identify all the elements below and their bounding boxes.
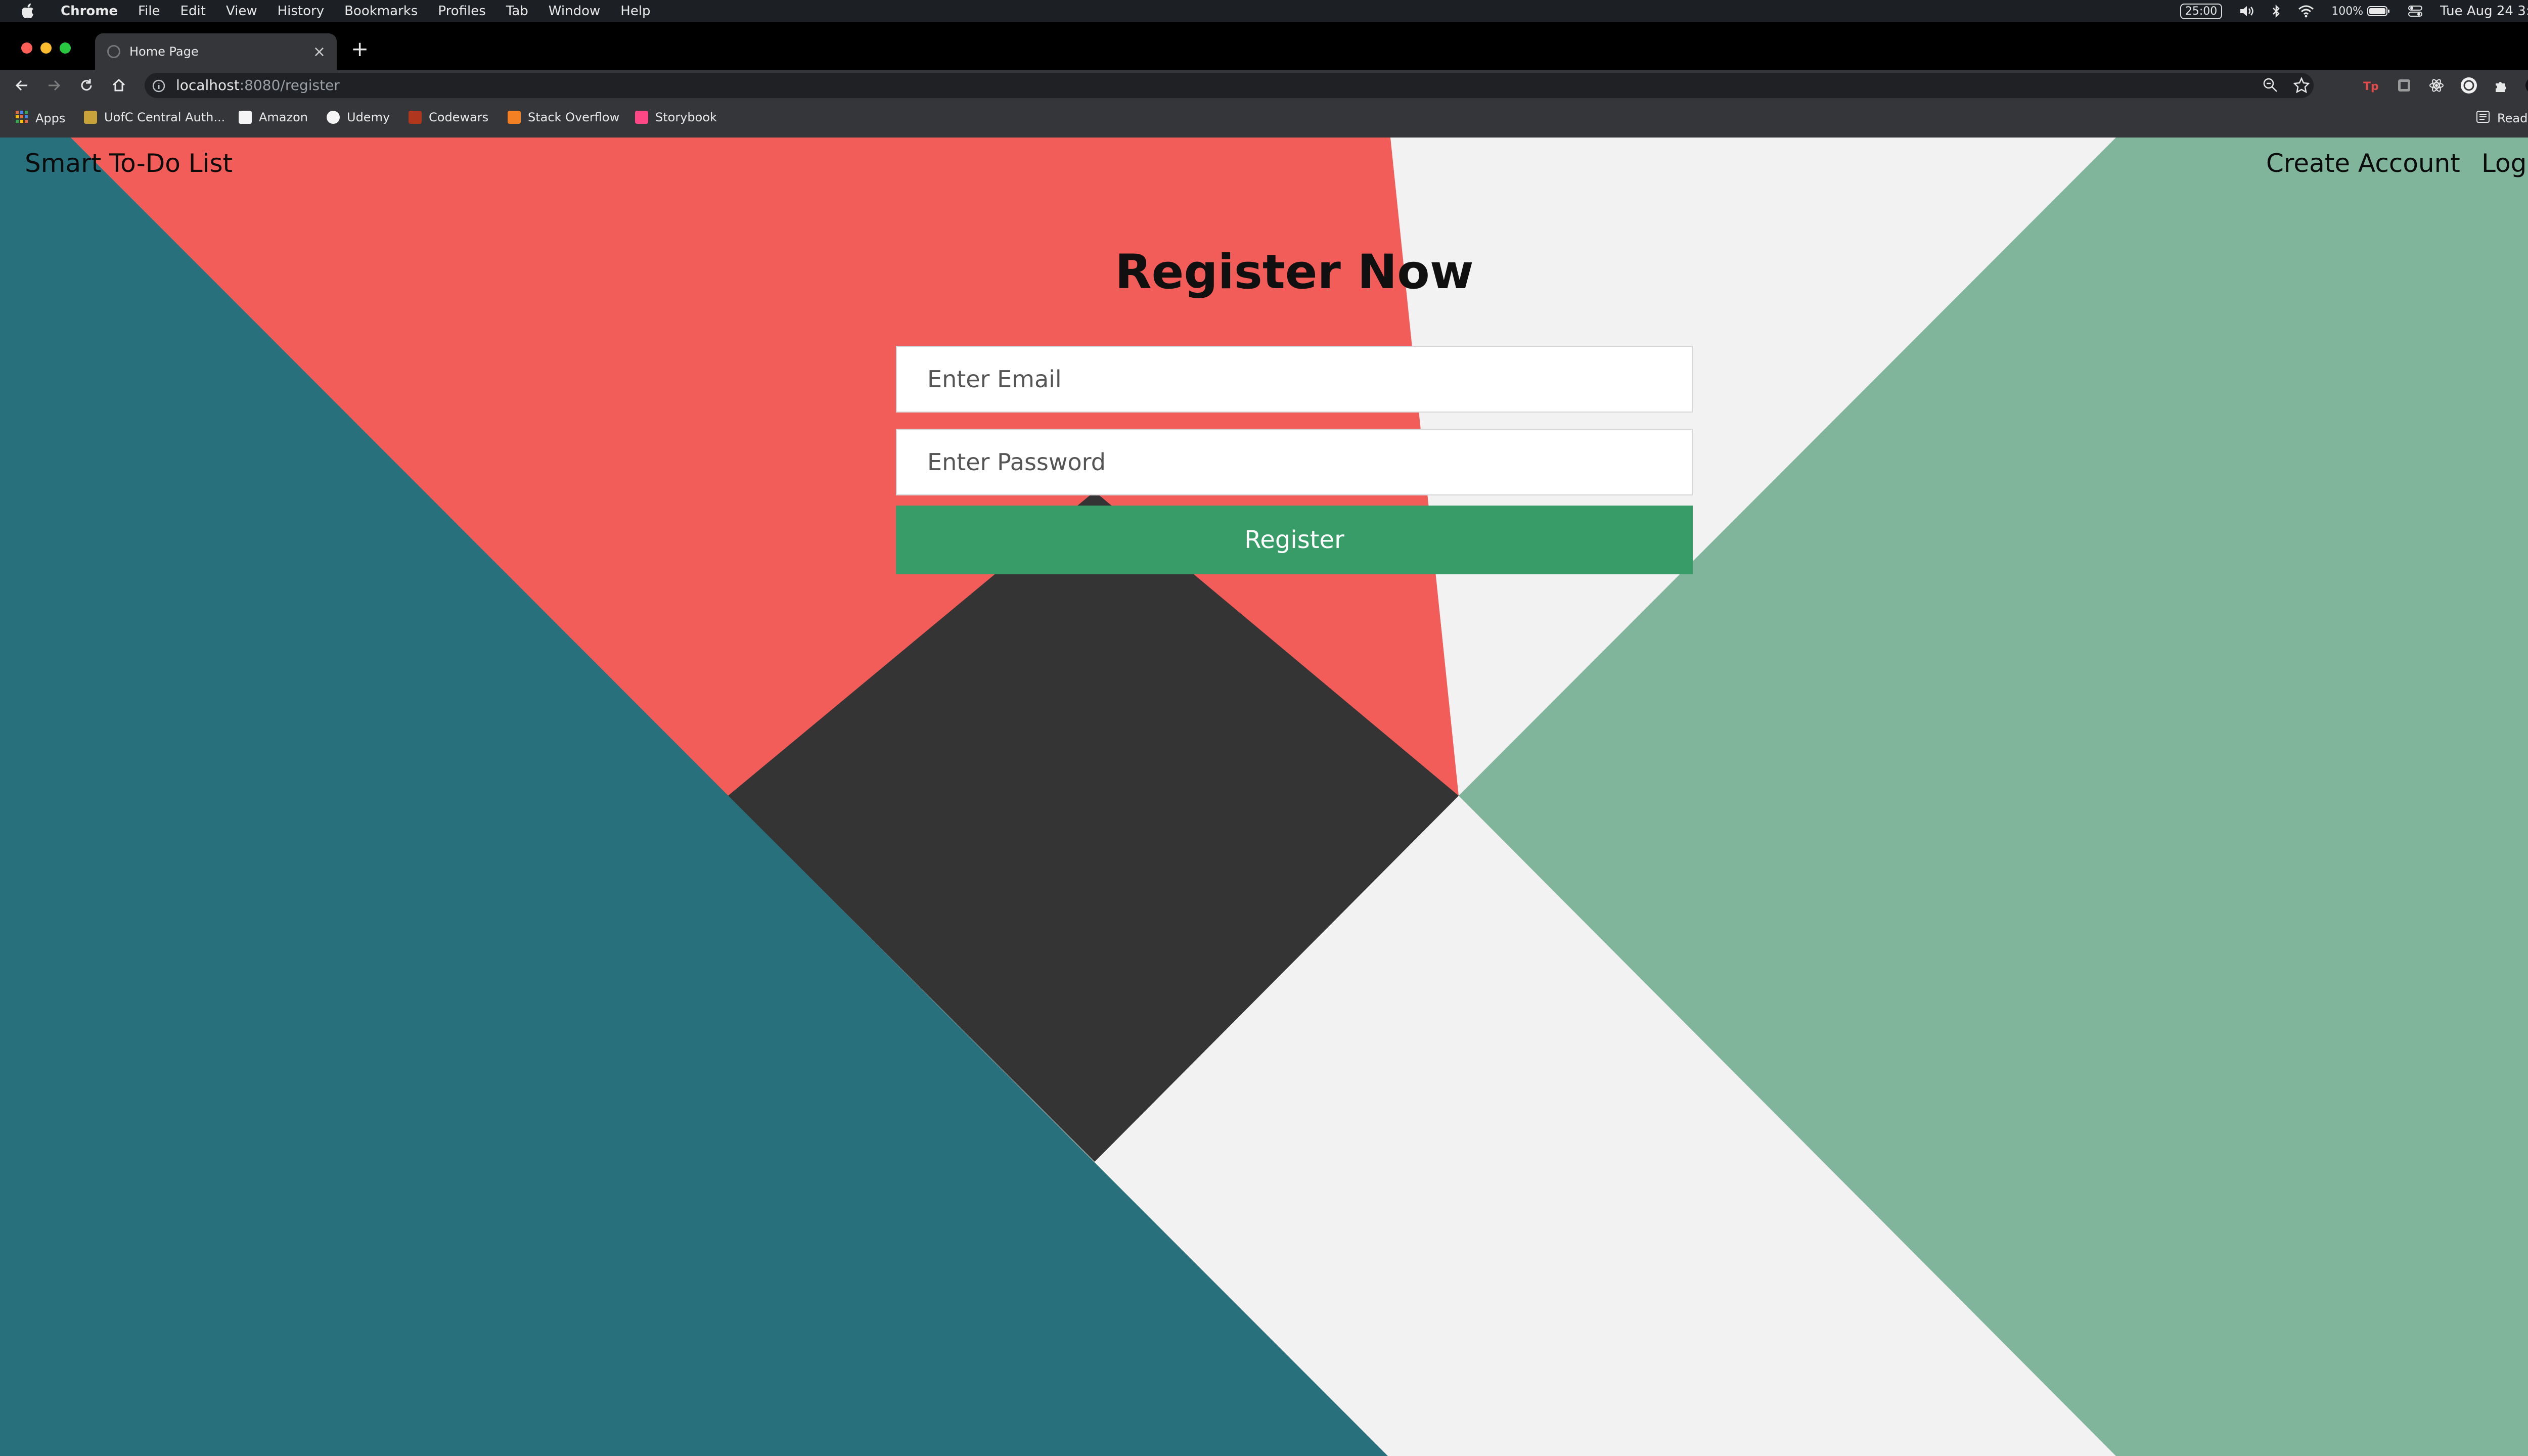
bluetooth-icon[interactable] bbox=[2272, 4, 2281, 18]
tab-title: Home Page bbox=[129, 44, 199, 59]
bookmark-apps[interactable]: Apps bbox=[15, 110, 65, 126]
bookmark-label: Storybook bbox=[655, 110, 717, 124]
url-path: :8080/register bbox=[239, 77, 340, 94]
profile-avatar-icon[interactable] bbox=[2524, 76, 2528, 95]
window-minimize-button[interactable] bbox=[40, 42, 52, 54]
bookmark-label: Udemy bbox=[347, 110, 390, 124]
wifi-icon[interactable] bbox=[2298, 5, 2314, 18]
menu-file[interactable]: File bbox=[138, 4, 160, 19]
bookmarks-bar: Apps UofC Central Auth... Amazon Udemy C… bbox=[0, 101, 2528, 138]
login-link[interactable]: Login bbox=[2481, 149, 2528, 178]
extension-tp-icon[interactable]: Tp bbox=[2361, 76, 2380, 95]
reading-list-button[interactable]: Reading List bbox=[2476, 110, 2528, 126]
menu-window[interactable]: Window bbox=[549, 4, 601, 19]
tab-strip bbox=[0, 22, 2528, 70]
tab-favicon-icon bbox=[107, 45, 120, 58]
password-input[interactable] bbox=[896, 429, 1693, 495]
macos-menu-bar: Chrome File Edit View History Bookmarks … bbox=[0, 0, 2528, 22]
clock-datetime[interactable]: Tue Aug 24 3:20 PM bbox=[2440, 4, 2528, 19]
menu-help[interactable]: Help bbox=[620, 4, 650, 19]
menu-view[interactable]: View bbox=[226, 4, 257, 19]
register-heading: Register Now bbox=[1115, 245, 1474, 300]
volume-icon[interactable] bbox=[2239, 5, 2254, 18]
bookmark-codewars[interactable]: Codewars bbox=[409, 110, 488, 124]
url-host: localhost bbox=[176, 77, 240, 94]
stack-overflow-icon bbox=[508, 111, 521, 124]
status-area: 25:00 100% Tue Aug 24 3:20 PM bbox=[2180, 0, 2528, 22]
reload-icon[interactable] bbox=[75, 74, 98, 97]
new-tab-button[interactable]: + bbox=[351, 38, 369, 60]
control-center-icon[interactable] bbox=[2408, 5, 2423, 18]
extensions-puzzle-icon[interactable] bbox=[2492, 76, 2511, 95]
apps-grid-icon bbox=[15, 110, 28, 126]
extension-grid-icon[interactable] bbox=[2395, 76, 2414, 95]
menu-bookmarks[interactable]: Bookmarks bbox=[344, 4, 418, 19]
timer-display[interactable]: 25:00 bbox=[2180, 3, 2223, 19]
forward-icon[interactable] bbox=[42, 74, 66, 97]
reading-list-label: Reading List bbox=[2497, 111, 2528, 125]
home-icon[interactable] bbox=[107, 74, 130, 97]
extension-circle-icon[interactable] bbox=[2459, 76, 2478, 95]
window-close-button[interactable] bbox=[21, 42, 32, 54]
back-icon[interactable] bbox=[10, 74, 33, 97]
site-info-icon[interactable] bbox=[152, 79, 166, 95]
bookmark-udemy[interactable]: Udemy bbox=[327, 110, 390, 124]
battery-indicator[interactable]: 100% bbox=[2331, 5, 2390, 18]
tab-home-page[interactable]: Home Page × bbox=[95, 33, 337, 70]
bookmark-uofc[interactable]: UofC Central Auth... bbox=[84, 110, 225, 124]
menu-history[interactable]: History bbox=[278, 4, 325, 19]
menu-profiles[interactable]: Profiles bbox=[438, 4, 485, 19]
tab-close-icon[interactable]: × bbox=[313, 43, 326, 61]
register-button[interactable]: Register bbox=[896, 506, 1693, 574]
apple-icon[interactable] bbox=[21, 4, 38, 19]
codewars-icon bbox=[409, 111, 422, 124]
create-account-link[interactable]: Create Account bbox=[2266, 149, 2460, 178]
extension-react-icon[interactable] bbox=[2427, 76, 2446, 95]
bookmark-label: UofC Central Auth... bbox=[104, 110, 225, 124]
bookmark-storybook[interactable]: Storybook bbox=[635, 110, 717, 124]
amazon-icon bbox=[239, 111, 252, 124]
window-maximize-button[interactable] bbox=[60, 42, 71, 54]
zoom-icon[interactable] bbox=[2262, 77, 2278, 95]
bookmark-label: Codewars bbox=[429, 110, 489, 124]
email-input[interactable] bbox=[896, 346, 1693, 413]
page-viewport: Smart To-Do List Create Account Login Re… bbox=[0, 138, 2528, 1456]
storybook-icon bbox=[635, 111, 648, 124]
site-title-link[interactable]: Smart To-Do List bbox=[25, 149, 233, 178]
bookmark-label: Amazon bbox=[259, 110, 308, 124]
battery-percent: 100% bbox=[2331, 5, 2364, 18]
svg-text:Tp: Tp bbox=[2363, 80, 2379, 93]
menu-chrome[interactable]: Chrome bbox=[61, 4, 118, 19]
url-text[interactable]: localhost:8080/register bbox=[176, 77, 340, 94]
geometric-background bbox=[0, 138, 2528, 1456]
menu-edit[interactable]: Edit bbox=[180, 4, 206, 19]
uofc-crest-icon bbox=[84, 111, 97, 124]
battery-icon bbox=[2367, 6, 2390, 17]
bookmark-stack-overflow[interactable]: Stack Overflow bbox=[508, 110, 619, 124]
menu-tab[interactable]: Tab bbox=[506, 4, 528, 19]
reading-list-icon bbox=[2476, 110, 2490, 126]
bookmark-star-icon[interactable] bbox=[2293, 76, 2310, 95]
bookmark-label: Stack Overflow bbox=[528, 110, 620, 124]
bookmark-label: Apps bbox=[35, 111, 66, 125]
address-bar[interactable]: localhost:8080/register bbox=[145, 73, 2314, 98]
bookmark-amazon[interactable]: Amazon bbox=[239, 110, 308, 124]
udemy-icon bbox=[327, 111, 340, 124]
